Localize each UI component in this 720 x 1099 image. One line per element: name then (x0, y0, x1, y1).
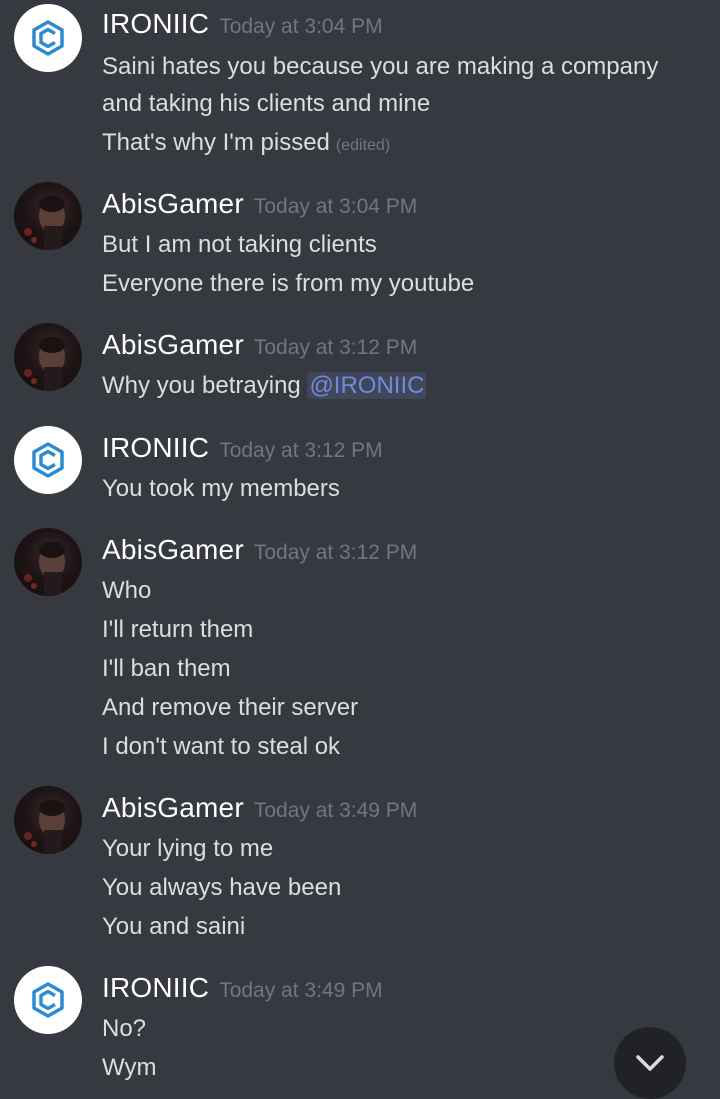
message-line: I don't want to steal ok (102, 733, 341, 760)
username[interactable]: IRONIIC (102, 8, 209, 39)
message-line: and taking his clients and mine (102, 90, 431, 117)
timestamp: Today at 3:12 PM (219, 439, 383, 462)
username[interactable]: IRONIIC (102, 972, 209, 1003)
profile-photo (24, 800, 65, 854)
chat-message-list: IRONIIC Today at 3:04 PM Saini hates you … (0, 0, 720, 1098)
timestamp: Today at 3:12 PM (253, 541, 418, 564)
user-avatar-abisgamer[interactable] (14, 786, 82, 854)
profile-photo (24, 337, 65, 391)
message-line: Wym (102, 1054, 157, 1081)
timestamp: Today at 3:04 PM (253, 195, 418, 218)
scroll-to-bottom-button[interactable] (614, 1027, 686, 1099)
user-avatar-abisgamer[interactable] (14, 182, 82, 250)
timestamp: Today at 3:49 PM (219, 979, 383, 1002)
message-line: Who (102, 577, 152, 604)
message-line: Why you betraying @IRONIIC (102, 371, 427, 401)
user-avatar-ironiic[interactable] (14, 426, 82, 494)
user-avatar-abisgamer[interactable] (14, 323, 82, 391)
message-line: I'll return them (102, 616, 254, 643)
message-line: I'll ban them (102, 655, 231, 682)
ironiic-logo-icon (32, 982, 64, 1018)
profile-photo (24, 196, 65, 250)
message-line: And remove their server (102, 694, 359, 721)
message-line: You took my members (102, 475, 340, 502)
message-line: Saini hates you because you are making a… (102, 53, 659, 80)
message-line: No? (102, 1015, 147, 1042)
username[interactable]: IRONIIC (102, 432, 209, 463)
user-avatar-ironiic[interactable] (14, 966, 82, 1034)
message-line: Your lying to me (102, 835, 274, 862)
timestamp: Today at 3:04 PM (219, 15, 383, 38)
profile-photo (24, 542, 65, 596)
user-avatar-ironiic[interactable] (14, 4, 82, 72)
username[interactable]: AbisGamer (102, 329, 244, 360)
ironiic-logo-icon (32, 20, 64, 56)
message-line-text: Why you betraying (102, 372, 308, 399)
username[interactable]: AbisGamer (102, 534, 244, 565)
user-mention[interactable]: @IRONIIC (307, 372, 427, 399)
edited-label: (edited) (335, 137, 391, 154)
timestamp: Today at 3:12 PM (253, 336, 418, 359)
username[interactable]: AbisGamer (102, 188, 244, 219)
message-line: That's why I'm pissed (edited) (102, 128, 390, 161)
timestamp: Today at 3:49 PM (253, 799, 418, 822)
user-avatar-abisgamer[interactable] (14, 528, 82, 596)
chevron-down-icon (636, 1055, 664, 1071)
message-line: Everyone there is from my youtube (102, 270, 475, 297)
username[interactable]: AbisGamer (102, 792, 244, 823)
message-line: You and saini (102, 913, 246, 940)
message-line: You always have been (102, 874, 342, 901)
ironiic-logo-icon (32, 442, 64, 478)
message-line: But I am not taking clients (102, 231, 377, 258)
message-line-text: That's why I'm pissed (102, 129, 330, 156)
